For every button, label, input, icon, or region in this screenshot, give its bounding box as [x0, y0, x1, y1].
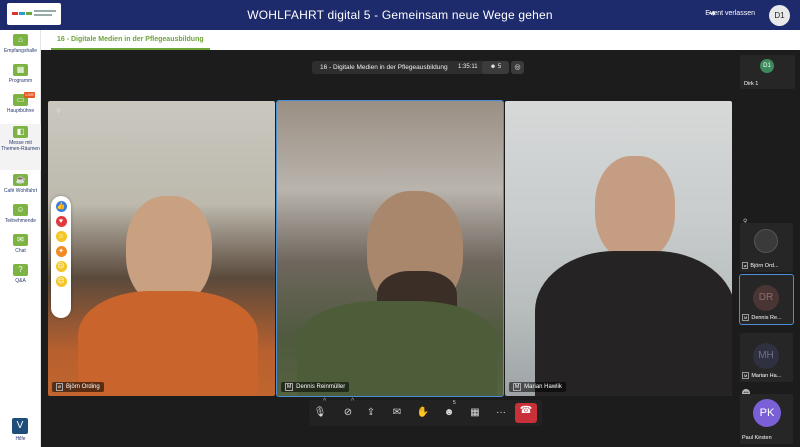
- video-tile[interactable]: M Dennis Reinmüller: [276, 100, 504, 397]
- participants-button[interactable]: ☻: [441, 405, 457, 421]
- sidebar-item-label: Empfangshalle: [3, 48, 38, 54]
- reception-icon: ⌂: [13, 34, 28, 46]
- video-tile[interactable]: ⚲ ⌀ Björn Ording: [48, 101, 275, 396]
- people-icon: ☻: [489, 64, 497, 70]
- sidebar-item-messe[interactable]: ◧ Messe mit Themen-Räumen: [0, 124, 41, 170]
- participant-name-tag: M Dennis Re...: [742, 314, 782, 321]
- avatar: DR: [753, 285, 779, 311]
- chevron-up-icon[interactable]: ^: [351, 398, 354, 405]
- sidebar: ⌂ Empfangshalle ▦ Programm ▭ LIVE Hauptb…: [0, 30, 41, 447]
- camera-off-button[interactable]: ⊘: [340, 405, 356, 421]
- mic-icon: M: [742, 372, 750, 379]
- sidebar-item-label: Q&A: [15, 278, 26, 284]
- live-badge: LIVE: [24, 92, 35, 98]
- sidebar-item-label: Teilnehmende: [4, 218, 37, 224]
- meeting-toolbar: ^ 🎙 ^ ⊘ ⇪ ✉ ✋ ☻ ▦ ··· ☎: [309, 398, 542, 426]
- sidebar-item-label: Messe mit Themen-Räumen: [1, 140, 40, 152]
- raise-hand-button[interactable]: ✋: [415, 405, 431, 421]
- sidebar-item-hauptbuehne[interactable]: ▭ LIVE Hauptbühne: [0, 92, 41, 114]
- sidebar-item-label: Hauptbühne: [6, 108, 35, 114]
- security-shield-icon[interactable]: ◎: [511, 61, 524, 74]
- participant-name-tag: ⌀ Björn Ording: [52, 382, 104, 392]
- sidebar-item-chat[interactable]: ✉ Chat: [0, 234, 41, 254]
- participant-count: 5: [497, 64, 502, 70]
- participant-thumb[interactable]: PK Paul Kirsten: [740, 394, 793, 444]
- hang-up-button[interactable]: ☎: [515, 403, 537, 423]
- participant-name-tag: M Dennis Reinmüller: [281, 382, 350, 392]
- tile-view-button[interactable]: ▦: [467, 405, 483, 421]
- tab-bar: 16 - Digitale Medien in der Pflegeausbil…: [41, 30, 800, 50]
- participant-video: [595, 156, 675, 261]
- mic-muted-icon: ⌀: [742, 262, 749, 269]
- sidebar-item-qa[interactable]: ? Q&A: [0, 264, 41, 284]
- participant-thumb[interactable]: MH M Marian Ha...: [740, 333, 793, 382]
- participant-video: [126, 196, 212, 306]
- sidebar-item-label: Programm: [8, 78, 33, 84]
- people-icon: ☺: [13, 204, 28, 216]
- sidebar-item-label: Chat: [15, 248, 26, 254]
- participant-thumb[interactable]: D1 Dirk 1: [740, 55, 795, 89]
- mic-icon: M: [742, 314, 750, 321]
- participant-count-button[interactable]: ☻ 5: [482, 61, 509, 74]
- avatar: PK: [753, 399, 781, 427]
- cafe-icon: ☕: [13, 174, 28, 186]
- sidebar-item-cafe[interactable]: ☕ Café Wohlfahrt: [0, 174, 41, 194]
- sidebar-item-empfangshalle[interactable]: ⌂ Empfangshalle: [0, 34, 41, 54]
- participant-count-badge: 5: [453, 400, 456, 406]
- top-bar: WOHLFAHRT digital 5 - Gemeinsam neue Weg…: [0, 0, 800, 30]
- sidebar-item-teilnehmende[interactable]: ☺ Teilnehmende: [0, 204, 41, 224]
- pin-icon[interactable]: ⚲: [56, 107, 61, 115]
- avatar: MH: [753, 343, 779, 369]
- participant-thumb[interactable]: DR M Dennis Re...: [739, 274, 794, 325]
- mic-icon: M: [513, 383, 522, 391]
- avatar: D1: [760, 59, 774, 73]
- participant-name-tag: M Marian Hawlik: [509, 382, 566, 392]
- thumbs-up-icon[interactable]: 👍: [55, 201, 67, 212]
- meeting-timer: 1:35:11: [458, 64, 478, 70]
- brand-logo-icon[interactable]: V: [12, 418, 28, 434]
- fair-icon: ◧: [13, 126, 28, 138]
- chat-button[interactable]: ✉: [389, 405, 405, 421]
- chat-icon: ✉: [13, 234, 28, 246]
- microphone-button[interactable]: 🎙: [312, 405, 328, 421]
- participant-name-tag: Dirk 1: [744, 81, 759, 87]
- participant-name-tag: M Marian Ha...: [742, 372, 782, 379]
- laugh-icon[interactable]: ☺: [55, 231, 67, 242]
- calendar-icon: ▦: [13, 64, 28, 76]
- screen-share-button[interactable]: ⇪: [363, 405, 379, 421]
- participant-name-tag: ⌀ Björn Ord...: [742, 262, 779, 269]
- user-avatar[interactable]: D1: [769, 5, 790, 26]
- help-link[interactable]: Hilfe: [0, 436, 41, 442]
- heart-icon[interactable]: ♥: [55, 216, 67, 227]
- mic-icon: M: [285, 383, 294, 391]
- sidebar-item-label: Café Wohlfahrt: [3, 188, 38, 194]
- sad-icon[interactable]: ☹: [55, 276, 67, 287]
- surprised-icon[interactable]: ☹: [55, 261, 67, 272]
- tab-session[interactable]: 16 - Digitale Medien in der Pflegeausbil…: [51, 30, 210, 50]
- app-title: WOHLFAHRT digital 5 - Gemeinsam neue Weg…: [247, 8, 553, 22]
- leave-event-link[interactable]: Event verlassen: [705, 10, 755, 17]
- participant-thumb[interactable]: ⌀ Björn Ord...: [740, 223, 793, 272]
- mic-muted-icon: ⌀: [56, 383, 64, 391]
- more-options-button[interactable]: ···: [493, 405, 509, 421]
- party-icon[interactable]: ✦: [55, 246, 67, 257]
- chevron-up-icon[interactable]: ^: [323, 398, 326, 405]
- participant-name-tag: Paul Kirsten: [742, 435, 772, 441]
- sidebar-item-programm[interactable]: ▦ Programm: [0, 64, 41, 84]
- avatar: [754, 229, 778, 253]
- qa-icon: ?: [13, 264, 28, 276]
- reactions-panel: 👍 ♥ ☺ ✦ ☹ ☹: [51, 196, 71, 318]
- video-tile[interactable]: M Marian Hawlik: [505, 101, 732, 396]
